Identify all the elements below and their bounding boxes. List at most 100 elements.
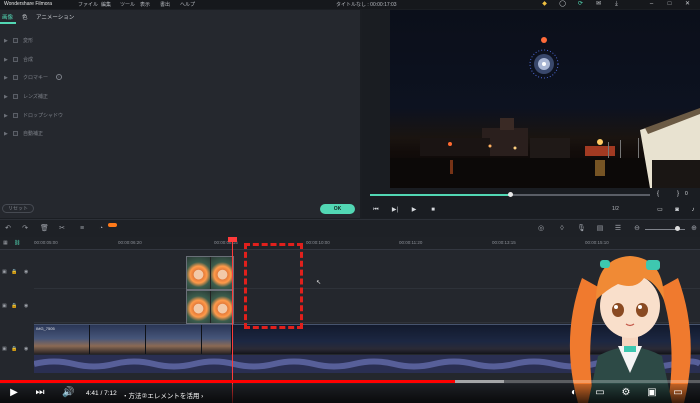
info-icon[interactable]: i: [56, 74, 62, 80]
night-harbor-image: [390, 37, 700, 188]
prop-checkbox[interactable]: [13, 75, 18, 80]
lock-icon[interactable]: 🔒: [11, 269, 17, 275]
clip-thumbnail: [146, 325, 202, 354]
zoom-out-icon[interactable]: ⊖: [633, 225, 641, 233]
video-chapter[interactable]: ・方法②エレメントを活用 ›: [122, 390, 203, 400]
eye-icon[interactable]: ◉: [24, 346, 28, 352]
expand-arrow-icon[interactable]: ▶: [4, 131, 8, 137]
track-header-1: ▣ 🔒 ◉: [0, 342, 34, 362]
snapshot-icon[interactable]: ◙: [673, 206, 681, 214]
ok-button[interactable]: OK: [320, 204, 355, 214]
undo-icon[interactable]: ↶: [4, 225, 12, 233]
volume-icon[interactable]: 🔊: [62, 387, 74, 399]
maximize-icon[interactable]: □: [666, 1, 673, 8]
mark-out-icon[interactable]: }: [674, 190, 682, 198]
tab-image[interactable]: 画像: [2, 13, 13, 21]
close-icon[interactable]: ✕: [684, 1, 691, 8]
marker-icon[interactable]: ◊: [558, 225, 566, 233]
prop-composite[interactable]: ▶ 合成: [4, 56, 304, 64]
expand-arrow-icon[interactable]: ▶: [4, 57, 8, 63]
preview-progress-fill: [370, 194, 510, 196]
play-icon[interactable]: ▶: [410, 206, 418, 214]
redo-icon[interactable]: ↷: [21, 225, 29, 233]
ruler-label: 00:00:05:00: [34, 240, 58, 245]
lock-icon[interactable]: 🔒: [11, 346, 17, 352]
prop-checkbox[interactable]: [13, 57, 18, 62]
expand-arrow-icon[interactable]: ▶: [4, 113, 8, 119]
highlight-box: [244, 243, 303, 329]
tab-color[interactable]: 色: [22, 13, 28, 21]
prop-drop-shadow[interactable]: ▶ ドロップシャドウ: [4, 112, 304, 120]
download-icon[interactable]: ⤓: [613, 1, 620, 8]
theater-mode-icon[interactable]: ▭: [672, 387, 684, 399]
menu-export[interactable]: 書出: [160, 1, 170, 8]
audio-mixer-icon[interactable]: ☰: [614, 225, 622, 233]
timeline-zoom-knob[interactable]: [675, 226, 680, 231]
menu-tools[interactable]: ツール: [120, 1, 135, 8]
menu-file[interactable]: ファイル: [78, 1, 98, 8]
subtitles-icon[interactable]: ▭: [594, 387, 606, 399]
reset-button[interactable]: リセット: [2, 204, 34, 213]
preview-scrubber-knob[interactable]: [508, 192, 513, 197]
prop-checkbox[interactable]: [13, 94, 18, 99]
preview-panel: { } 0 ⏮ ▶| ▶ ■ 1/2 ▭ ◙ ♪: [362, 10, 700, 218]
step-back-icon[interactable]: ⏮: [372, 206, 380, 214]
split-icon[interactable]: ✂: [58, 225, 66, 233]
track-type-icon: ▣: [2, 303, 7, 309]
play-reverse-icon[interactable]: ▶|: [391, 206, 399, 214]
add-track-icon[interactable]: ▦: [3, 240, 8, 246]
prop-transform[interactable]: ▶ 変形: [4, 37, 304, 45]
settings-icon[interactable]: ⚙: [620, 387, 632, 399]
character-clip-top[interactable]: [186, 256, 234, 290]
prop-checkbox[interactable]: [13, 131, 18, 136]
expand-arrow-icon[interactable]: ▶: [4, 75, 8, 81]
prop-checkbox[interactable]: [13, 38, 18, 43]
mic-icon[interactable]: 🎙: [577, 225, 586, 233]
link-icon[interactable]: ⛓: [14, 240, 20, 246]
expand-arrow-icon[interactable]: ▶: [4, 38, 8, 44]
eye-icon[interactable]: ◉: [24, 269, 28, 275]
firework-icon: [529, 49, 559, 79]
miniplayer-icon[interactable]: ▣: [646, 387, 658, 399]
app-title: Wondershare Filmora: [4, 1, 52, 7]
mark-in-icon[interactable]: {: [654, 190, 662, 198]
prop-checkbox[interactable]: [13, 113, 18, 118]
voiceover-icon[interactable]: ▤: [596, 225, 604, 233]
zoom-in-icon[interactable]: ⊕: [690, 225, 698, 233]
preview-scrubber[interactable]: [370, 192, 650, 197]
eye-icon[interactable]: ◉: [24, 303, 28, 309]
account-icon[interactable]: ◯: [559, 1, 566, 8]
clip-label: IMG_7505: [36, 326, 55, 331]
delete-icon[interactable]: 🗑: [40, 225, 49, 233]
autoplay-toggle-icon[interactable]: ◐: [568, 387, 580, 399]
minimize-icon[interactable]: –: [648, 1, 655, 8]
render-icon[interactable]: ◎: [537, 225, 545, 233]
menu-view[interactable]: 表示: [140, 1, 150, 8]
playhead[interactable]: [232, 237, 233, 403]
menu-help[interactable]: ヘルプ: [180, 1, 195, 8]
adjust-icon[interactable]: ≡: [78, 225, 86, 233]
stop-icon[interactable]: ■: [429, 206, 437, 214]
preview-video[interactable]: [390, 10, 700, 188]
prop-chroma-key[interactable]: ▶ クロマキー i: [4, 74, 304, 82]
expand-arrow-icon[interactable]: ▶: [4, 94, 8, 100]
volume-icon[interactable]: ♪: [689, 206, 697, 214]
next-icon[interactable]: ⏭: [34, 387, 46, 399]
lightbulb-icon[interactable]: ◆: [541, 1, 548, 8]
speed-icon[interactable]: ◔: [97, 225, 105, 233]
lock-icon[interactable]: 🔒: [11, 303, 17, 309]
tab-animation[interactable]: アニメーション: [36, 13, 74, 21]
play-icon[interactable]: ▶: [8, 387, 20, 399]
menu-edit[interactable]: 編集: [101, 1, 111, 8]
mail-icon[interactable]: ✉: [595, 1, 602, 8]
character-clip-bottom[interactable]: [186, 290, 234, 324]
video-progress-bar[interactable]: [0, 380, 700, 383]
zoom-select[interactable]: 1/2: [612, 206, 619, 212]
clip-thumbnail: [211, 257, 233, 289]
prop-label: クロマキー: [23, 75, 49, 81]
prop-lens-correction[interactable]: ▶ レンズ補正: [4, 93, 304, 101]
prop-auto-enhance[interactable]: ▶ 自動補正: [4, 130, 304, 138]
display-icon[interactable]: ▭: [656, 206, 664, 214]
inspector-tabs: 画像 色 アニメーション: [0, 10, 360, 24]
sync-icon[interactable]: ⟳: [577, 1, 584, 8]
